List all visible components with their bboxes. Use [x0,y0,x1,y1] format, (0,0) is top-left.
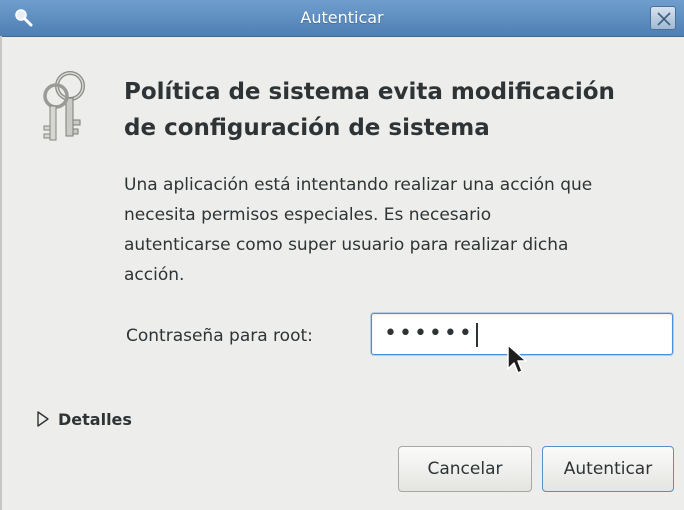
heading-line-2: de configuración de sistema [124,115,490,141]
window-title: Autenticar [300,8,384,27]
auth-dialog-window: Autenticar Política de sistema evita mod… [0,0,684,510]
details-expander[interactable]: Detalles [36,406,132,432]
description-line-2: necesita permisos especiales. Es necesar… [124,205,492,225]
window-border [0,36,2,510]
password-label: Contraseña para root: [126,326,313,346]
title-bar[interactable]: Autenticar [0,0,684,37]
text-caret [476,323,478,347]
details-label: Detalles [58,409,132,429]
password-masked-value: •••••• [384,321,474,346]
description-line-4: acción. [124,265,185,285]
mouse-pointer-icon [506,343,528,377]
heading-line-1: Política de sistema evita modificación [124,79,615,105]
dialog-heading: Política de sistema evita modificación d… [124,74,664,146]
close-button[interactable] [650,6,676,30]
authenticate-button[interactable]: Autenticar [542,446,674,492]
cancel-button[interactable]: Cancelar [398,446,532,492]
dialog-description: Una aplicación está intentando realizar … [124,170,680,290]
close-icon [657,12,671,26]
disclosure-triangle-icon [37,411,49,427]
keys-icon [38,68,92,148]
description-line-1: Una aplicación está intentando realizar … [124,175,593,195]
description-line-3: autenticarse como super usuario para rea… [124,235,569,255]
